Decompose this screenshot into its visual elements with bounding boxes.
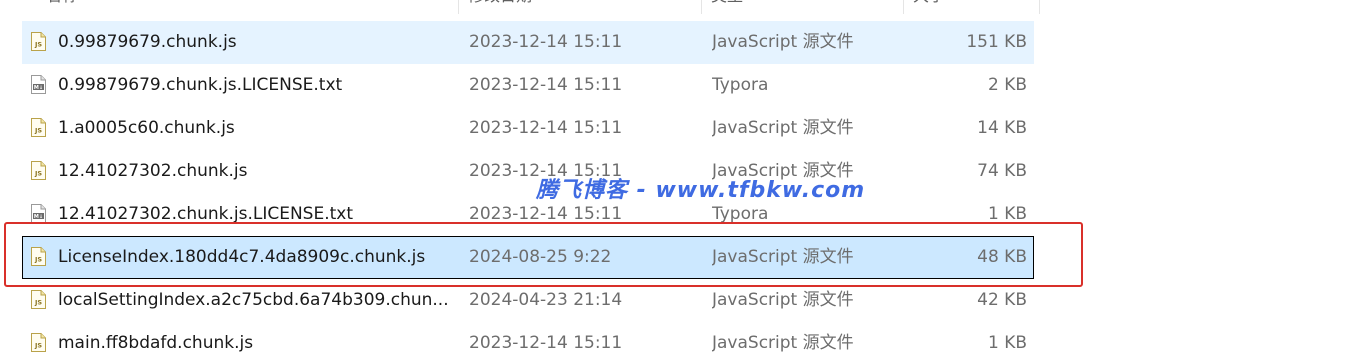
file-name: 1.a0005c60.chunk.js xyxy=(58,118,235,138)
js-file-icon: JS xyxy=(31,333,46,352)
file-size: 48 KB xyxy=(977,247,1027,267)
file-size: 74 KB xyxy=(977,161,1027,181)
js-file-icon: JS xyxy=(31,32,46,51)
file-modified-date: 2024-08-25 9:22 xyxy=(469,247,612,267)
file-name: 0.99879679.chunk.js xyxy=(58,32,237,52)
markdown-file-icon: M↓ xyxy=(31,75,46,94)
file-explorer-view: 名称 修改日期 类型 大小 JS 0.99879679.chunk.js 202… xyxy=(0,0,1363,361)
file-type: JavaScript 源文件 xyxy=(712,32,854,52)
file-name: 12.41027302.chunk.js.LICENSE.txt xyxy=(58,204,354,224)
file-modified-date: 2023-12-14 15:11 xyxy=(469,32,623,52)
file-size: 14 KB xyxy=(977,118,1027,138)
file-name: main.ff8bdafd.chunk.js xyxy=(58,333,254,353)
file-name: LicenseIndex.180dd4c7.4da8909c.chunk.js xyxy=(58,247,426,267)
file-size: 42 KB xyxy=(977,290,1027,310)
file-size: 2 KB xyxy=(987,75,1027,95)
column-divider[interactable] xyxy=(458,0,459,14)
file-modified-date: 2023-12-14 15:11 xyxy=(469,118,623,138)
file-type: Typora xyxy=(712,75,769,95)
svg-text:M↓: M↓ xyxy=(34,85,43,91)
file-row[interactable]: JS LicenseIndex.180dd4c7.4da8909c.chunk.… xyxy=(22,236,1034,279)
svg-text:JS: JS xyxy=(34,41,42,49)
watermark-text: 腾飞博客 - www.tfbkw.com xyxy=(536,178,866,203)
file-row[interactable]: M↓ 12.41027302.chunk.js.LICENSE.txt 2023… xyxy=(22,193,1034,236)
file-type: JavaScript 源文件 xyxy=(712,333,854,353)
column-divider[interactable] xyxy=(1039,0,1040,14)
column-header-date[interactable]: 修改日期 xyxy=(468,0,532,14)
file-type: JavaScript 源文件 xyxy=(712,247,854,267)
column-header: 名称 修改日期 类型 大小 xyxy=(0,0,1040,14)
js-file-icon: JS xyxy=(31,161,46,180)
column-divider[interactable] xyxy=(701,0,702,14)
svg-text:JS: JS xyxy=(34,299,42,307)
file-row[interactable]: M↓ 0.99879679.chunk.js.LICENSE.txt 2023-… xyxy=(22,64,1034,107)
file-name: localSettingIndex.a2c75cbd.6a74b309.chun… xyxy=(58,290,449,310)
file-modified-date: 2023-12-14 15:11 xyxy=(469,75,623,95)
file-modified-date: 2024-04-23 21:14 xyxy=(469,290,623,310)
file-row[interactable]: JS 1.a0005c60.chunk.js 2023-12-14 15:11 … xyxy=(22,107,1034,150)
js-file-icon: JS xyxy=(31,247,46,266)
column-header-size[interactable]: 大小 xyxy=(913,0,945,14)
file-size: 1 KB xyxy=(987,333,1027,353)
file-list: JS 0.99879679.chunk.js 2023-12-14 15:11 … xyxy=(22,21,1034,361)
js-file-icon: JS xyxy=(31,118,46,137)
svg-text:JS: JS xyxy=(34,170,42,178)
svg-text:JS: JS xyxy=(34,342,42,350)
file-modified-date: 2023-12-14 15:11 xyxy=(469,333,623,353)
file-name: 12.41027302.chunk.js xyxy=(58,161,248,181)
file-row[interactable]: JS main.ff8bdafd.chunk.js 2023-12-14 15:… xyxy=(22,322,1034,361)
column-divider[interactable] xyxy=(903,0,904,14)
column-header-name[interactable]: 名称 xyxy=(46,0,78,14)
svg-text:JS: JS xyxy=(34,256,42,264)
file-type: JavaScript 源文件 xyxy=(712,290,854,310)
file-row[interactable]: JS 12.41027302.chunk.js 2023-12-14 15:11… xyxy=(22,150,1034,193)
markdown-file-icon: M↓ xyxy=(31,204,46,223)
file-row[interactable]: JS 0.99879679.chunk.js 2023-12-14 15:11 … xyxy=(22,21,1034,64)
file-size: 151 KB xyxy=(966,32,1027,52)
file-name: 0.99879679.chunk.js.LICENSE.txt xyxy=(58,75,343,95)
svg-text:JS: JS xyxy=(34,127,42,135)
js-file-icon: JS xyxy=(31,290,46,309)
file-row[interactable]: JS localSettingIndex.a2c75cbd.6a74b309.c… xyxy=(22,279,1034,322)
column-header-type[interactable]: 类型 xyxy=(711,0,743,14)
svg-text:M↓: M↓ xyxy=(34,214,43,220)
file-type: JavaScript 源文件 xyxy=(712,118,854,138)
file-size: 1 KB xyxy=(987,204,1027,224)
